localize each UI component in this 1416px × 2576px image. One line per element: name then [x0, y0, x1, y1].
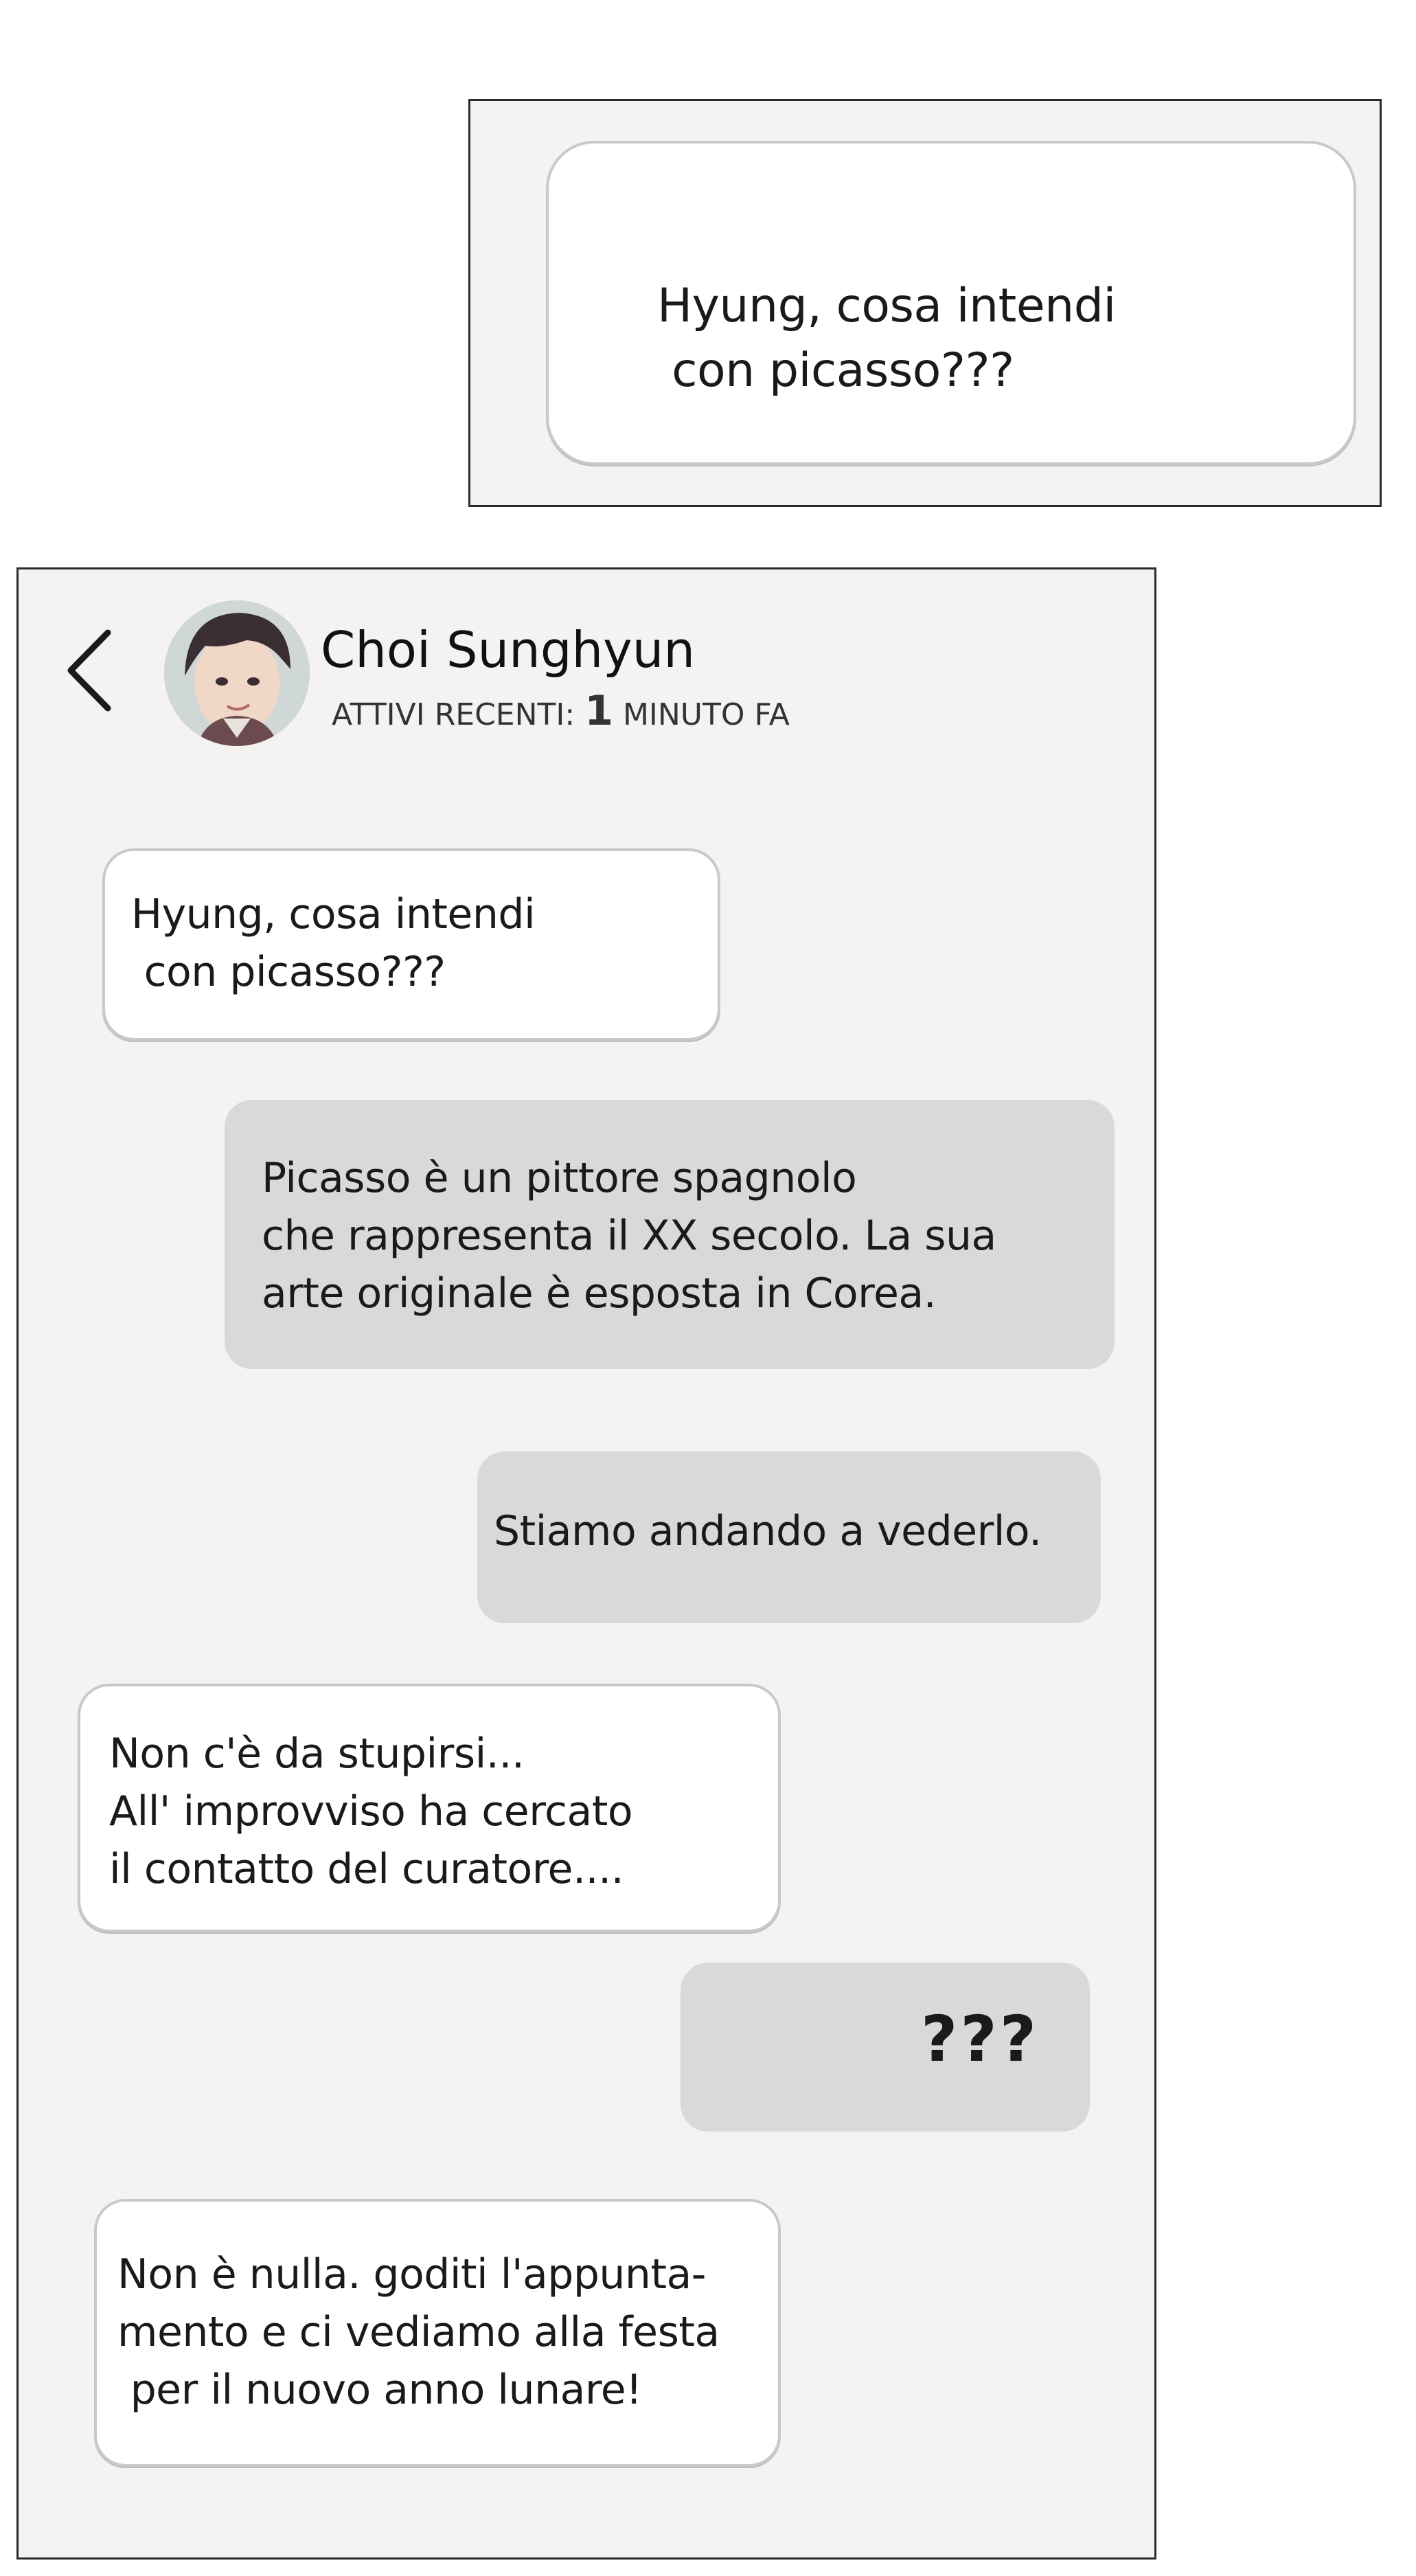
- status-number: 1: [584, 687, 613, 735]
- contact-name: Choi Sunghyun: [321, 621, 696, 679]
- top-panel: Hyung, cosa intendi con picasso???: [468, 99, 1382, 507]
- chat-screen: Choi Sunghyun ATTIVI RECENTI: 1 MINUTO F…: [16, 567, 1156, 2560]
- message-text: Hyung, cosa intendi con picasso???: [657, 279, 1116, 398]
- chevron-left-icon[interactable]: [58, 626, 127, 715]
- message-text: Hyung, cosa intendi con picasso???: [131, 890, 536, 996]
- contact-status: ATTIVI RECENTI: 1 MINUTO FA: [332, 690, 790, 736]
- avatar-illustration: [164, 600, 310, 746]
- message-text: ???: [921, 2002, 1040, 2076]
- message-bubble-outgoing: Stiamo andando a vederlo.: [477, 1451, 1101, 1623]
- message-text: Non è nulla. goditi l'appunta- mento e c…: [117, 2250, 720, 2414]
- message-bubble-outgoing: Picasso è un pittore spagnolo che rappre…: [225, 1100, 1115, 1369]
- message-text: Stiamo andando a vederlo.: [494, 1507, 1042, 1555]
- message-bubble-incoming: Non c'è da stupirsi... All' improvviso h…: [78, 1684, 781, 1932]
- message-text: Non c'è da stupirsi... All' improvviso h…: [109, 1730, 633, 1893]
- status-suffix: MINUTO FA: [622, 697, 790, 732]
- message-bubble-outgoing: ???: [681, 1963, 1090, 2132]
- message-text: Picasso è un pittore spagnolo che rappre…: [262, 1154, 996, 1318]
- message-bubble-incoming: Hyung, cosa intendi con picasso???: [102, 848, 720, 1041]
- avatar[interactable]: [164, 600, 310, 746]
- status-prefix: ATTIVI RECENTI:: [332, 697, 575, 732]
- message-bubble-incoming: Non è nulla. goditi l'appunta- mento e c…: [94, 2199, 781, 2467]
- message-bubble-incoming: Hyung, cosa intendi con picasso???: [546, 141, 1356, 465]
